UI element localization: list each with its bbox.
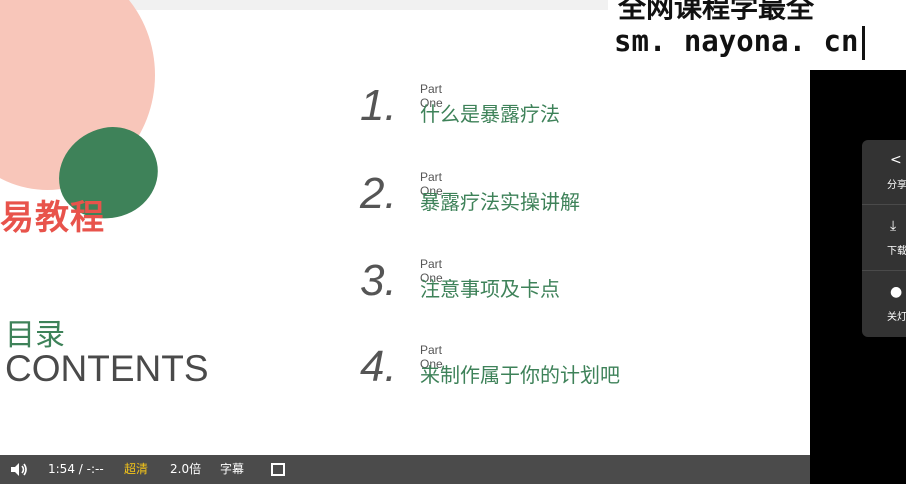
- share-label: 分享: [887, 180, 906, 191]
- download-label: 下载: [887, 246, 906, 257]
- toc-item-title: 暴露疗法实操讲解: [420, 190, 580, 214]
- side-action-panel: < 分享 ⤓ 下载 ● 关灯: [862, 140, 906, 337]
- download-icon: ⤓: [890, 218, 897, 234]
- download-button[interactable]: ⤓ 下载: [862, 206, 906, 266]
- fullscreen-icon[interactable]: [271, 463, 285, 476]
- watermark-top-text: 全网课程学最全: [618, 0, 815, 24]
- player-control-bar: 1:54 / -:-- 超清 2.0倍 字幕: [0, 455, 810, 484]
- toc-item-number: 3.: [360, 256, 397, 305]
- toc-item-number: 1.: [360, 81, 397, 130]
- text-cursor: [862, 26, 865, 60]
- watermark-url: sm. nayona. cn: [614, 24, 859, 58]
- lights-off-button[interactable]: ● 关灯: [862, 272, 906, 332]
- lights-off-label: 关灯: [887, 312, 906, 323]
- share-icon: <: [890, 152, 902, 168]
- quality-selector[interactable]: 超清: [124, 455, 148, 484]
- share-button[interactable]: < 分享: [862, 140, 906, 200]
- toc-item-title: 来制作属于你的计划吧: [420, 363, 620, 387]
- contents-heading-en: CONTENTS: [5, 348, 209, 389]
- watermark: 全网课程学最全 sm. nayona. cn: [608, 0, 906, 70]
- subtitle-button[interactable]: 字幕: [220, 455, 244, 484]
- divider: [862, 204, 906, 205]
- time-display: 1:54 / -:--: [48, 462, 104, 476]
- volume-icon[interactable]: [10, 462, 28, 477]
- toc-item-title: 注意事项及卡点: [420, 277, 560, 301]
- speed-selector[interactable]: 2.0倍: [170, 455, 201, 484]
- lightbulb-icon: ●: [890, 284, 903, 300]
- course-banner-text: 易教程: [0, 198, 105, 238]
- divider: [862, 270, 906, 271]
- toc-item-title: 什么是暴露疗法: [420, 102, 560, 126]
- toc-item-number: 4.: [360, 342, 397, 391]
- toc-item-number: 2.: [360, 169, 397, 218]
